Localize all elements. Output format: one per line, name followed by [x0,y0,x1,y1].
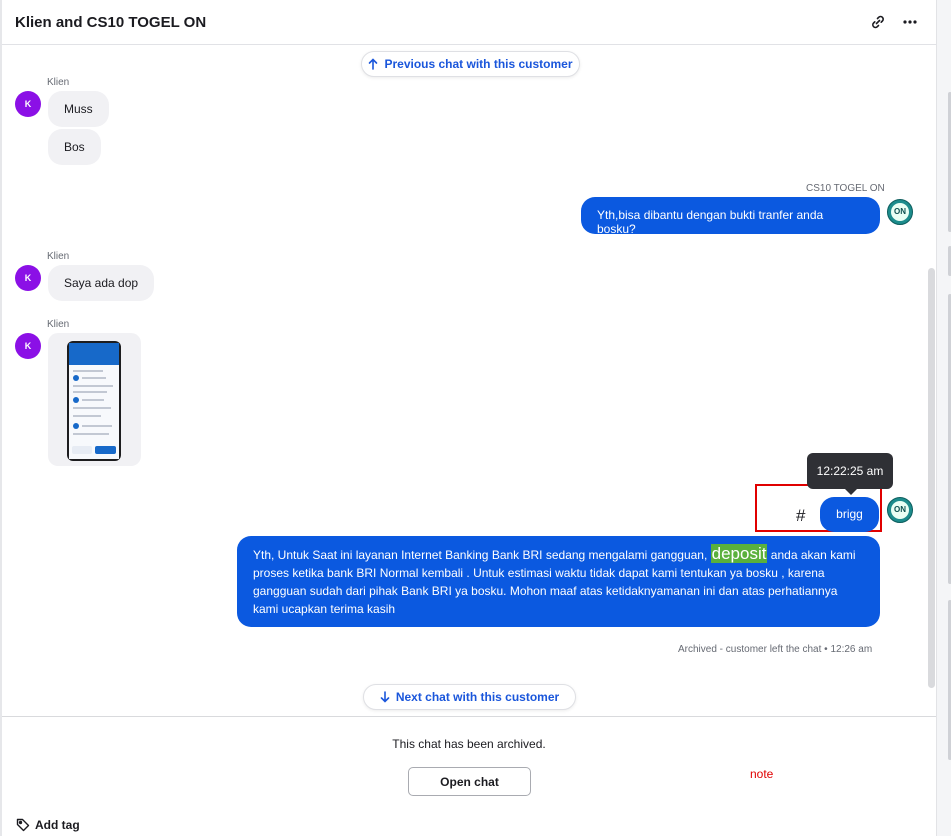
more-horizontal-icon[interactable] [900,12,920,32]
arrow-down-icon [380,691,390,703]
previous-chat-button[interactable]: Previous chat with this customer [361,51,580,77]
message-bubble: Bos [48,129,101,165]
highlighted-word: deposit [710,544,768,563]
arrow-up-icon [369,58,378,70]
message-bubble: Saya ada dop [48,265,155,301]
message-bubble[interactable]: brigg [820,497,879,532]
next-chat-label: Next chat with this customer [395,690,560,704]
agent-avatar: ON [887,497,913,523]
archived-meta: Archived - customer left the chat • 12:2… [678,644,873,655]
next-chat-button[interactable]: Next chat with this customer [363,684,576,710]
chat-header: Klien and CS10 TOGEL ON [2,0,936,45]
link-icon[interactable] [868,12,888,32]
sender-name: Klien [47,251,70,262]
customer-avatar: K [15,265,41,291]
chat-scrollbar[interactable] [928,268,935,688]
sender-name: Klien [47,77,70,88]
customer-avatar: K [15,333,41,359]
transfer-screenshot-thumbnail [67,341,121,461]
previous-chat-label: Previous chat with this customer [384,57,573,71]
chat-footer: This chat has been archived. Open chat n… [2,716,936,836]
tag-icon [16,818,30,832]
agent-avatar: ON [887,199,913,225]
timestamp-tooltip: 12:22:25 am [807,453,893,495]
note-annotation: note [750,767,774,781]
message-bubble: Yth, Untuk Saat ini layanan Internet Ban… [237,536,880,627]
sender-name: CS10 TOGEL ON [806,183,885,194]
add-tag-button[interactable]: Add tag [16,818,80,832]
customer-avatar: K [15,91,41,117]
side-panel-edge [936,0,951,836]
image-attachment[interactable] [48,333,141,466]
add-tag-label: Add tag [35,818,80,832]
message-bubble: Muss [48,91,109,127]
sender-name: Klien [47,319,70,330]
archived-notice: This chat has been archived. [392,737,546,751]
chat-title: Klien and CS10 TOGEL ON [15,13,207,31]
hash-annotation: # [796,506,806,525]
chat-window: Klien and CS10 TOGEL ON Previous chat wi… [0,0,951,836]
open-chat-button[interactable]: Open chat [408,767,531,796]
message-bubble: Yth,bisa dibantu dengan bukti tranfer an… [581,197,880,236]
